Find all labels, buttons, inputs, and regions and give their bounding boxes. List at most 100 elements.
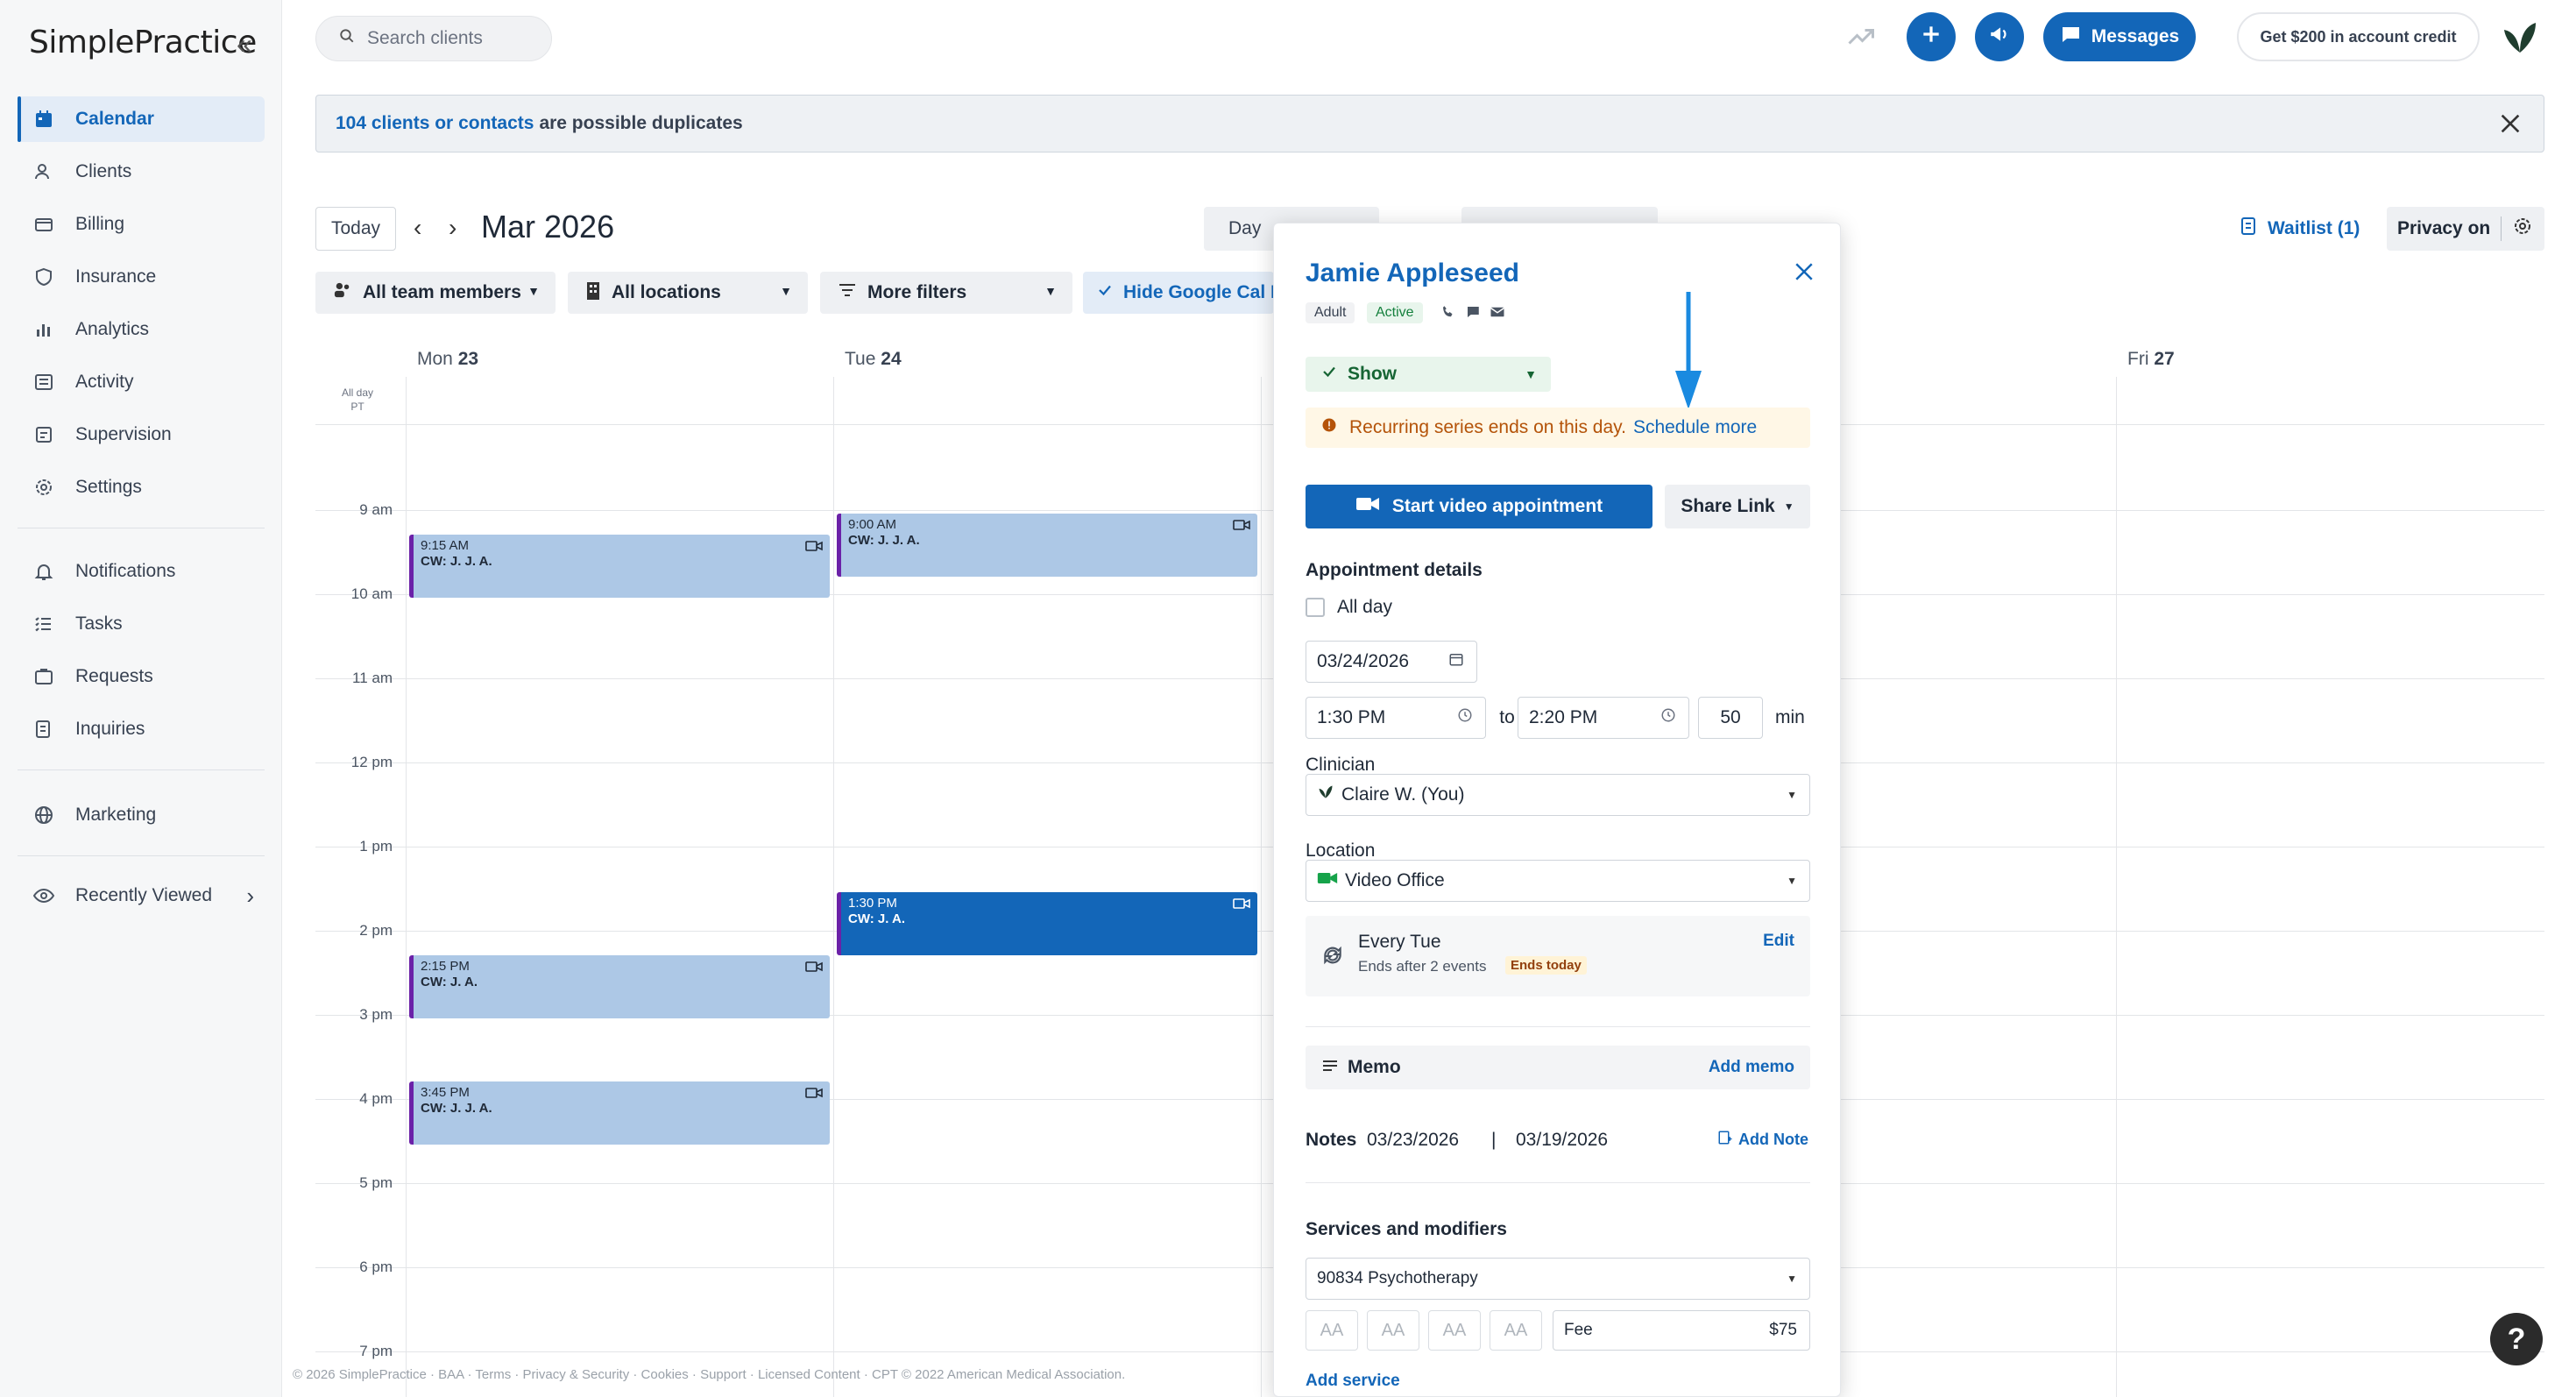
close-icon[interactable] — [2496, 110, 2524, 143]
note-link-1[interactable]: 03/23/2026 — [1367, 1130, 1459, 1151]
add-note-button[interactable]: Add Note — [1717, 1130, 1808, 1150]
sidebar-divider — [18, 855, 265, 856]
appointment-time: 2:15 PM — [421, 959, 470, 974]
sidebar-item-requests[interactable]: Requests — [18, 654, 265, 699]
hour-label: 7 pm — [359, 1343, 393, 1359]
edit-recurrence-link[interactable]: Edit — [1763, 932, 1794, 951]
sidebar-item-recently-viewed[interactable]: Recently Viewed › — [18, 873, 265, 918]
view-day-tab[interactable]: Day — [1228, 218, 1261, 239]
start-time-input[interactable]: 1:30 PM — [1306, 697, 1486, 739]
appointment-time: 9:15 AM — [421, 538, 470, 553]
video-icon — [805, 1087, 823, 1103]
sidebar-item-notifications[interactable]: Notifications — [18, 549, 265, 594]
more-filters[interactable]: More filters ▼ — [820, 272, 1072, 314]
avatar[interactable] — [2499, 18, 2541, 60]
hour-label: 1 pm — [359, 838, 393, 855]
caret-down-icon: ▼ — [1787, 1273, 1797, 1285]
appointment-client: CW: J. J. A. — [421, 1101, 492, 1116]
collapse-sidebar-icon[interactable]: « — [237, 28, 252, 60]
messages-button[interactable]: Messages — [2043, 12, 2196, 61]
modifier-input[interactable]: AA — [1428, 1310, 1481, 1351]
sidebar-item-marketing[interactable]: Marketing — [18, 792, 265, 838]
sidebar-item-settings[interactable]: Settings — [18, 464, 265, 510]
mail-icon[interactable] — [1490, 304, 1505, 325]
team-members-filter[interactable]: All team members ▼ — [315, 272, 556, 314]
help-button[interactable]: ? — [2490, 1313, 2543, 1365]
video-icon — [1355, 495, 1380, 518]
chevron-right-icon[interactable]: › — [449, 214, 456, 242]
announcements-button[interactable] — [1975, 12, 2024, 61]
sidebar-item-clients[interactable]: Clients — [18, 149, 265, 195]
share-link-button[interactable]: Share Link ▼ — [1665, 485, 1810, 528]
gear-icon — [32, 475, 56, 500]
attendance-status-select[interactable]: Show ▼ — [1306, 357, 1551, 392]
account-credit-button[interactable]: Get $200 in account credit — [2237, 12, 2480, 61]
schedule-more-link[interactable]: Schedule more — [1633, 417, 1757, 438]
filter-label: All locations — [612, 282, 721, 302]
video-icon — [1233, 897, 1250, 914]
all-day-checkbox[interactable] — [1306, 598, 1325, 617]
privacy-toggle[interactable]: Privacy on — [2387, 207, 2544, 251]
sidebar-item-calendar[interactable]: Calendar — [18, 96, 265, 142]
modifier-input[interactable]: AA — [1490, 1310, 1542, 1351]
app-logo[interactable]: SimplePractice — [29, 25, 257, 60]
appointment-block[interactable]: 9:00 AM CW: J. J. A. — [837, 514, 1257, 577]
chevron-left-icon[interactable]: ‹ — [414, 214, 421, 242]
sidebar-item-billing[interactable]: Billing — [18, 202, 265, 247]
banner-text: are possible duplicates — [539, 113, 743, 133]
sidebar-item-inquiries[interactable]: Inquiries — [18, 706, 265, 752]
chat-icon — [2060, 25, 2081, 49]
date-input[interactable]: 03/24/2026 — [1306, 641, 1477, 683]
requests-icon — [32, 664, 56, 689]
hour-label: 3 pm — [359, 1006, 393, 1023]
memo-label: Memo — [1348, 1057, 1401, 1077]
trend-icon[interactable] — [1845, 21, 1877, 58]
appointment-block-selected[interactable]: 1:30 PM CW: J. A. — [837, 892, 1257, 955]
add-service-link[interactable]: Add service — [1306, 1372, 1400, 1391]
day-header-fri[interactable]: Fri 27 — [2127, 349, 2175, 370]
inquiries-icon — [32, 717, 56, 741]
appointment-time: 1:30 PM — [848, 896, 897, 911]
day-header-mon[interactable]: Mon 23 — [417, 349, 478, 370]
status-label: Show — [1348, 364, 1397, 384]
note-link-2[interactable]: 03/19/2026 — [1516, 1130, 1608, 1151]
sidebar-item-tasks[interactable]: Tasks — [18, 601, 265, 647]
add-button[interactable] — [1907, 12, 1956, 61]
sidebar-item-analytics[interactable]: Analytics — [18, 307, 265, 352]
sidebar-item-supervision[interactable]: Supervision — [18, 412, 265, 457]
modifier-input[interactable]: AA — [1306, 1310, 1358, 1351]
appointment-block[interactable]: 2:15 PM CW: J. A. — [409, 955, 830, 1018]
video-icon — [805, 961, 823, 977]
sidebar-item-label: Activity — [75, 372, 134, 392]
client-name-link[interactable]: Jamie Appleseed — [1306, 259, 1519, 288]
today-button[interactable]: Today — [315, 207, 396, 251]
close-icon[interactable] — [1791, 259, 1817, 290]
sidebar-item-insurance[interactable]: Insurance — [18, 254, 265, 300]
hour-label: 10 am — [350, 585, 393, 602]
locations-filter[interactable]: All locations ▼ — [568, 272, 808, 314]
calendar-icon[interactable] — [1448, 651, 1464, 672]
gear-icon[interactable] — [2512, 216, 2533, 242]
search-input[interactable]: Search clients — [315, 16, 552, 61]
end-time-input[interactable]: 2:20 PM — [1518, 697, 1689, 739]
chat-icon[interactable] — [1465, 304, 1481, 325]
phone-icon[interactable] — [1440, 304, 1456, 325]
location-select[interactable]: Video Office ▼ — [1306, 860, 1810, 902]
modifier-input[interactable]: AA — [1367, 1310, 1419, 1351]
sidebar-item-activity[interactable]: Activity — [18, 359, 265, 405]
appointment-block[interactable]: 3:45 PM CW: J. J. A. — [409, 1081, 830, 1145]
tasks-icon — [32, 612, 56, 636]
waitlist-button[interactable]: Waitlist (1) — [2240, 216, 2360, 242]
footer-links: © 2026 SimplePractice · BAA · Terms · Pr… — [293, 1367, 1126, 1382]
add-memo-link[interactable]: Add memo — [1709, 1058, 1794, 1077]
megaphone-icon — [1988, 23, 2011, 51]
hide-google-calendar-toggle[interactable]: Hide Google Cal E — [1083, 272, 1274, 314]
appointment-block[interactable]: 9:15 AM CW: J. J. A. — [409, 535, 830, 598]
duration-input[interactable]: 50 — [1698, 697, 1763, 739]
start-video-appointment-button[interactable]: Start video appointment — [1306, 485, 1652, 528]
duplicates-link[interactable]: 104 clients or contacts — [336, 113, 534, 134]
service-select[interactable]: 90834 Psychotherapy ▼ — [1306, 1258, 1810, 1300]
fee-input[interactable]: Fee $75 — [1553, 1310, 1810, 1351]
clinician-select[interactable]: Claire W. (You) ▼ — [1306, 774, 1810, 816]
day-header-tue[interactable]: Tue 24 — [845, 349, 902, 370]
